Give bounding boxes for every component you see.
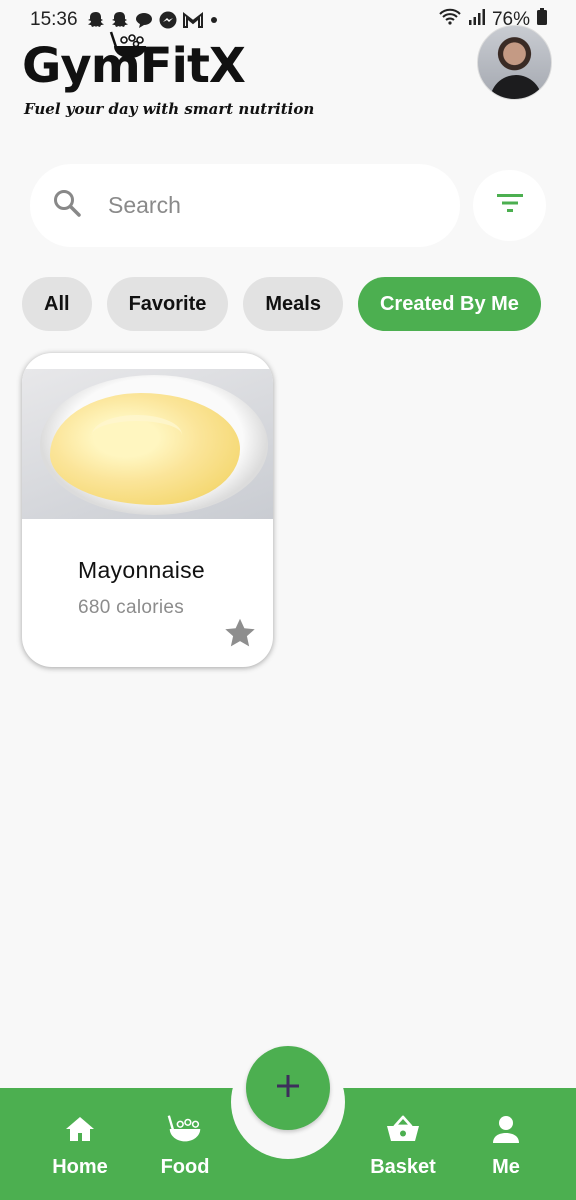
add-food-button[interactable] (246, 1046, 330, 1130)
basket-icon (386, 1114, 420, 1150)
nav-label: Me (492, 1156, 520, 1178)
user-avatar[interactable] (477, 25, 552, 100)
chat-bubble-icon (134, 10, 154, 30)
nav-label: Food (160, 1156, 210, 1178)
food-bowl-icon (165, 1114, 205, 1150)
filter-chips: All Favorite Meals Created By Me (22, 277, 541, 331)
nav-home[interactable]: Home (30, 1114, 130, 1179)
food-image-swirl (92, 415, 182, 455)
chip-meals[interactable]: Meals (243, 277, 343, 331)
chip-label: Created By Me (379, 292, 519, 315)
app-tagline: Fuel your day with smart nutrition (24, 100, 315, 118)
dot-icon (208, 10, 220, 30)
chip-favorite[interactable]: Favorite (106, 277, 229, 331)
favorite-star-icon[interactable] (222, 615, 258, 656)
food-screen: 15:36 76% GymFitX Fuel your day with sma… (0, 0, 576, 1200)
nav-me[interactable]: Me (456, 1114, 556, 1179)
chip-label: All (44, 292, 70, 315)
nav-basket[interactable]: Basket (353, 1114, 453, 1179)
plus-icon (275, 1073, 301, 1104)
status-time: 15:36 (30, 9, 78, 30)
search-bar[interactable] (30, 164, 460, 247)
home-icon (64, 1114, 96, 1150)
messenger-icon (158, 10, 178, 30)
app-name: GymFitX (22, 38, 246, 94)
nav-label: Home (52, 1156, 108, 1178)
chip-all[interactable]: All (22, 277, 92, 331)
status-left: 15:36 (30, 9, 220, 31)
signal-icon (468, 7, 486, 33)
nav-food[interactable]: Food (135, 1114, 235, 1179)
filter-icon (496, 192, 524, 219)
person-icon (491, 1114, 521, 1150)
app-logo: GymFitX Fuel your day with smart nutriti… (22, 30, 314, 125)
battery-icon (536, 7, 548, 33)
notification-icons (86, 10, 220, 30)
search-icon (52, 188, 82, 223)
food-name: Mayonnaise (78, 557, 206, 583)
chip-label: Meals (265, 292, 321, 315)
food-card[interactable]: Mayonnaise 680 calories (22, 353, 273, 667)
food-image (22, 369, 273, 519)
food-calories: 680 calories (78, 597, 185, 618)
filter-button[interactable] (473, 170, 546, 241)
chip-label: Favorite (128, 292, 207, 315)
wifi-icon (438, 7, 462, 33)
search-input[interactable] (108, 192, 408, 219)
nav-label: Basket (370, 1156, 436, 1178)
avatar-shoulders (490, 75, 542, 99)
chip-created-by-me[interactable]: Created By Me (357, 277, 541, 331)
gmail-icon (182, 10, 204, 30)
snapchat-icon (86, 10, 106, 30)
snapchat-icon (110, 10, 130, 30)
